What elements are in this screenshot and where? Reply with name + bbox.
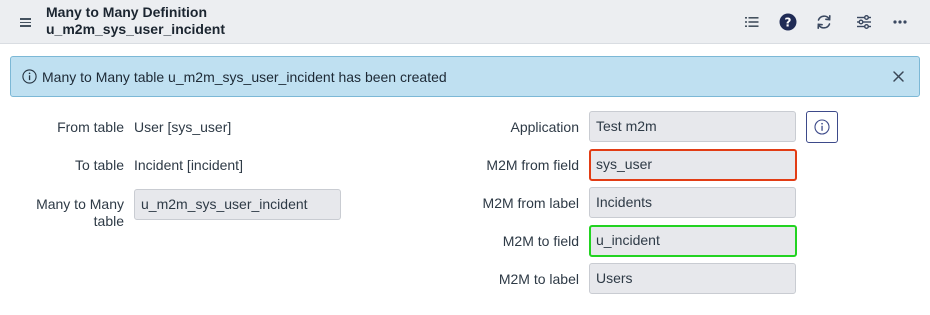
- page-subtitle: u_m2m_sys_user_incident: [46, 21, 225, 37]
- m2m-from-label-input[interactable]: Incidents: [589, 187, 796, 218]
- settings-sliders-icon[interactable]: [853, 11, 875, 33]
- close-icon[interactable]: [892, 70, 905, 83]
- page-title: Many to Many Definition: [46, 4, 207, 20]
- m2m-table-label-line2: table: [93, 213, 124, 229]
- success-alert: Many to Many table u_m2m_sys_user_incide…: [10, 56, 920, 97]
- help-icon[interactable]: ?: [777, 11, 799, 33]
- application-field[interactable]: Test m2m: [589, 111, 796, 142]
- to-table-label: To table: [74, 157, 124, 173]
- application-label: Application: [510, 119, 580, 135]
- m2m-table-label: Many to Many table: [20, 196, 124, 230]
- from-table-label: From table: [57, 119, 124, 135]
- page-title-block: Many to Many Definition u_m2m_sys_user_i…: [46, 4, 225, 38]
- refresh-icon[interactable]: [813, 11, 835, 33]
- m2m-from-label-label: M2M from label: [482, 195, 579, 211]
- menu-icon[interactable]: [17, 15, 33, 29]
- m2m-from-field-label: M2M from field: [486, 157, 579, 173]
- alert-message: Many to Many table u_m2m_sys_user_incide…: [42, 69, 447, 85]
- info-icon: [22, 69, 37, 84]
- m2m-table-label-line1: Many to Many: [36, 196, 124, 212]
- svg-text:?: ?: [785, 16, 792, 30]
- application-info-button[interactable]: [806, 111, 838, 143]
- info-icon: [814, 119, 830, 135]
- list-icon[interactable]: [741, 11, 763, 33]
- m2m-to-field-label: M2M to field: [502, 233, 579, 249]
- more-options-icon[interactable]: [889, 11, 911, 33]
- m2m-table-field[interactable]: u_m2m_sys_user_incident: [134, 189, 341, 220]
- m2m-to-field-input[interactable]: u_incident: [589, 225, 797, 257]
- m2m-from-field-input[interactable]: sys_user: [589, 149, 797, 181]
- to-table-value: Incident [incident]: [134, 157, 243, 173]
- m2m-to-label-label: M2M to label: [498, 271, 579, 287]
- header-bar: Many to Many Definition u_m2m_sys_user_i…: [0, 0, 930, 44]
- from-table-value: User [sys_user]: [134, 119, 232, 135]
- m2m-to-label-input[interactable]: Users: [589, 263, 796, 294]
